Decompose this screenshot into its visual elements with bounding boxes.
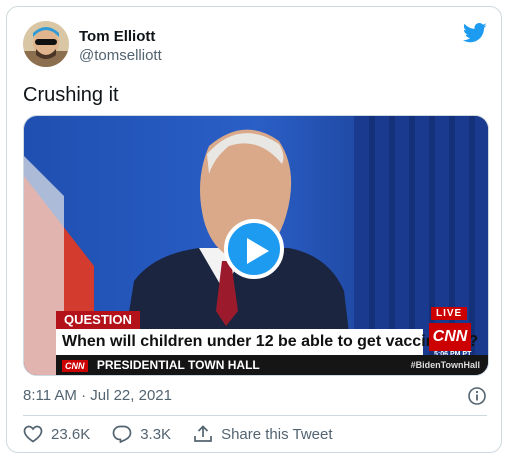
twitter-bird-icon[interactable] (462, 23, 487, 43)
timestamp[interactable]: 8:11 AM · Jul 22, 2021 (23, 387, 172, 404)
heart-icon (23, 425, 43, 443)
action-bar: 23.6K 3.3K Share this Tweet (23, 425, 355, 443)
play-button[interactable] (224, 219, 284, 279)
info-icon[interactable] (467, 386, 487, 406)
reply-icon (112, 425, 132, 443)
divider (23, 415, 487, 416)
video-player[interactable]: QUESTION When will children under 12 be … (23, 115, 489, 376)
chyron: QUESTION When will children under 12 be … (56, 311, 478, 355)
live-badge: LIVE (431, 307, 468, 320)
reply-button[interactable]: 3.3K (112, 425, 171, 443)
reply-count: 3.3K (140, 425, 172, 443)
lower-cnn-logo: CNN (62, 360, 88, 372)
like-button[interactable]: 23.6K (23, 425, 90, 443)
tweet-card: Tom Elliott @tomselliott Crushing it QUE… (6, 6, 502, 453)
avatar[interactable] (23, 21, 69, 67)
share-icon (194, 425, 212, 442)
play-icon (247, 238, 269, 264)
hashtag: #BidenTownHall (410, 360, 480, 370)
lower-third: CNN PRESIDENTIAL TOWN HALL #BidenTownHal… (56, 355, 488, 375)
question-text: When will children under 12 be able to g… (56, 329, 478, 355)
author-handle[interactable]: @tomselliott (79, 47, 162, 64)
share-button[interactable]: Share this Tweet (193, 425, 333, 443)
cnn-logo: CNN (429, 323, 471, 351)
question-label: QUESTION (56, 311, 140, 329)
share-label: Share this Tweet (221, 425, 333, 443)
author-name[interactable]: Tom Elliott (79, 28, 155, 45)
tweet-text: Crushing it (23, 84, 119, 106)
lower-third-text: PRESIDENTIAL TOWN HALL (96, 358, 260, 372)
like-count: 23.6K (51, 425, 91, 443)
